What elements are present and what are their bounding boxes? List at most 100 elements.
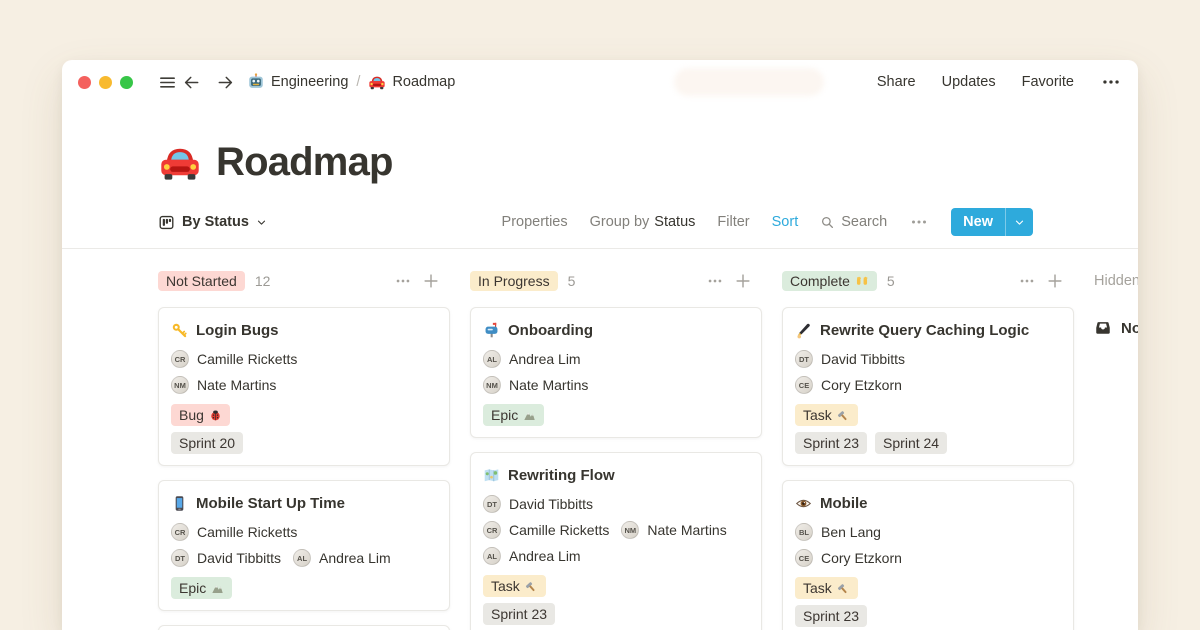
column-cards: Login BugsCRCamille RickettsNMNate Marti… [158, 307, 450, 630]
close-window-button[interactable] [78, 76, 91, 89]
search-button[interactable]: Search [820, 214, 887, 230]
avatar: AL [483, 547, 501, 565]
avatar: CR [483, 521, 501, 539]
card-title-row: Login Bugs [171, 318, 437, 342]
sidebar-toggle-button[interactable] [155, 70, 179, 94]
dots-icon [1100, 71, 1122, 93]
column-add-button[interactable] [734, 272, 752, 290]
person-andrea-lim: AL Andrea Lim [293, 549, 391, 567]
card-title-row: Rewrite Query Caching Logic [795, 318, 1061, 342]
card-title: Rewriting Flow [508, 467, 615, 484]
column-add-button[interactable] [1046, 272, 1064, 290]
column-status-badge[interactable]: Not Started [158, 271, 245, 291]
breadcrumb-item-engineering[interactable]: Engineering [247, 73, 348, 91]
card-mobile[interactable]: MobileBLBen LangCECory EtzkornTaskSprint… [782, 480, 1074, 630]
card-tag-row: Bug [171, 404, 437, 426]
person-name: Ben Lang [821, 524, 881, 540]
favorite-button[interactable]: Favorite [1022, 74, 1074, 90]
column-status-label: Complete [790, 273, 850, 289]
person-name: Cory Etzkorn [821, 377, 902, 393]
card-rewriting-flow[interactable]: Rewriting FlowDTDavid TibbittsCRCamille … [470, 452, 762, 630]
new-button[interactable]: New [951, 208, 1005, 236]
raised-hands-icon [855, 274, 869, 288]
column-more-button[interactable] [394, 272, 412, 290]
person-cory-etzkorn: CECory Etzkorn [795, 549, 902, 567]
search-icon [820, 215, 835, 230]
card-title: Mobile Start Up Time [196, 495, 345, 512]
column-status-badge[interactable]: Complete [782, 271, 877, 291]
share-button[interactable]: Share [877, 74, 916, 90]
card-mobile-start-up-time[interactable]: Mobile Start Up TimeCRCamille RickettsDT… [158, 480, 450, 611]
view-more-button[interactable] [909, 212, 929, 232]
card-title-row: Rewriting Flow [483, 463, 749, 487]
breadcrumb-separator: / [356, 74, 360, 90]
column-count: 12 [255, 273, 271, 289]
column-status-badge[interactable]: In Progress [470, 271, 558, 291]
tag-bug: Bug [171, 404, 230, 426]
view-name: By Status [182, 214, 249, 230]
person-camille-ricketts: CRCamille Ricketts [483, 521, 609, 539]
tag-label: Sprint 24 [883, 435, 939, 451]
card-tag-row: Sprint 23 Sprint 24 [795, 432, 1061, 454]
card-tag-row: Sprint 23 [483, 603, 749, 625]
minimize-window-button[interactable] [99, 76, 112, 89]
zoom-window-button[interactable] [120, 76, 133, 89]
new-dropdown-button[interactable] [1005, 208, 1033, 236]
properties-button[interactable]: Properties [502, 214, 568, 230]
person-name: David Tibbitts [821, 351, 905, 367]
hidden-group-no-status[interactable]: No [1094, 319, 1138, 337]
mailbox-icon [483, 322, 500, 339]
card-login-bugs[interactable]: Login BugsCRCamille RickettsNMNate Marti… [158, 307, 450, 466]
back-button[interactable] [179, 70, 203, 94]
tag-label: Sprint 20 [179, 435, 235, 451]
column-count: 5 [887, 273, 895, 289]
mountain-icon [523, 409, 536, 422]
card-tag-row: Sprint 20 [171, 432, 437, 454]
card-onboarding[interactable]: OnboardingALAndrea LimNMNate MartinsEpic [470, 307, 762, 438]
card-person-row: CECory Etzkorn [795, 545, 1061, 571]
card-tag-row: Epic [483, 404, 749, 426]
hidden-columns-toggle[interactable]: Hidden [1094, 269, 1138, 293]
key-icon [171, 322, 188, 339]
app-window: Engineering / Roadmap Share Updates Favo… [62, 60, 1138, 630]
tag-label: Task [803, 580, 832, 596]
car-icon[interactable] [158, 140, 202, 184]
person-name: Nate Martins [509, 377, 588, 393]
tag-label: Sprint 23 [803, 435, 859, 451]
avatar: AL [293, 549, 311, 567]
view-switcher-button[interactable]: By Status [158, 214, 267, 231]
column-more-button[interactable] [1018, 272, 1036, 290]
toolbar-actions: Properties Group by Status Filter Sort S… [502, 208, 1033, 236]
tag-epic: Epic [483, 404, 544, 426]
column-header: In Progress5 [470, 269, 762, 293]
column-header: Not Started 12 [158, 269, 450, 293]
column-more-button[interactable] [706, 272, 724, 290]
person-name: Andrea Lim [319, 550, 391, 566]
search-label: Search [841, 214, 887, 230]
hammer-icon [525, 580, 538, 593]
sort-button[interactable]: Sort [772, 214, 799, 230]
view-toolbar: By Status Properties Group by Status Fil… [158, 206, 1033, 238]
more-options-button[interactable] [1100, 71, 1122, 93]
breadcrumb-item-roadmap[interactable]: Roadmap [368, 73, 455, 91]
forward-button[interactable] [213, 70, 237, 94]
page-title: Roadmap [216, 140, 393, 185]
car-icon [368, 73, 386, 91]
column-add-button[interactable] [422, 272, 440, 290]
avatar: CR [171, 350, 189, 368]
tag-label: Epic [491, 407, 518, 423]
person-name: Camille Ricketts [197, 351, 297, 367]
card-error-codes[interactable]: Error Codes [158, 625, 450, 630]
person-name: Andrea Lim [509, 351, 581, 367]
card-tag-row: Epic [171, 577, 437, 599]
updates-button[interactable]: Updates [942, 74, 996, 90]
group-by-button[interactable]: Group by Status [590, 214, 696, 230]
tag-task: Task [795, 404, 858, 426]
column-actions [394, 272, 440, 290]
card-rewrite-query-caching-logic[interactable]: Rewrite Query Caching LogicDTDavid Tibbi… [782, 307, 1074, 466]
card-person-row: CECory Etzkorn [795, 372, 1061, 398]
tag-sprint-23: Sprint 23 [795, 605, 867, 627]
robot-icon [247, 73, 265, 91]
avatar: NM [171, 376, 189, 394]
filter-button[interactable]: Filter [717, 214, 749, 230]
